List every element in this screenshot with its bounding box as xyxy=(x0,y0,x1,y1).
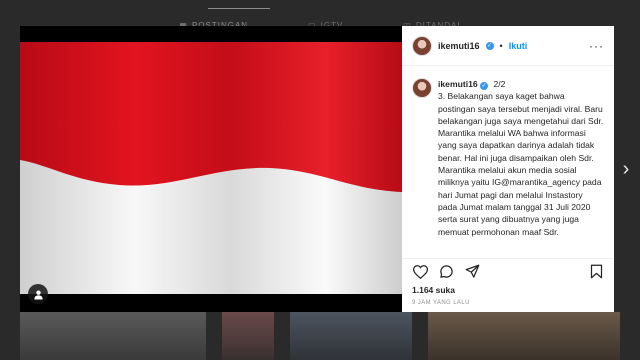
save-bookmark-icon[interactable] xyxy=(588,264,604,280)
next-post-chevron-icon[interactable]: › xyxy=(618,158,634,180)
caption-username[interactable]: ikemuti16 xyxy=(438,79,478,89)
grid-post-thumbnail[interactable] xyxy=(290,312,412,360)
share-direct-icon[interactable] xyxy=(464,264,480,280)
post-timestamp[interactable]: 9 JAM YANG LALU xyxy=(402,296,614,312)
like-heart-icon[interactable] xyxy=(412,264,428,280)
comments-area: ikemuti16 ✓ 2/2 3. Belakangan saya kaget… xyxy=(402,66,614,258)
separator-dot: • xyxy=(499,40,503,51)
avatar[interactable] xyxy=(412,78,432,98)
follow-button[interactable]: Ikuti xyxy=(509,41,528,51)
grid-post-thumbnail[interactable] xyxy=(428,312,620,360)
grid-post-thumbnail[interactable] xyxy=(20,312,206,360)
avatar[interactable] xyxy=(412,35,432,56)
user-icon xyxy=(33,289,43,300)
header-username[interactable]: ikemuti16 xyxy=(438,41,480,51)
post-caption: ikemuti16 ✓ 2/2 3. Belakangan saya kaget… xyxy=(438,78,604,258)
post-header: ikemuti16 ✓ • Ikuti ··· xyxy=(402,26,614,66)
indonesian-flag-image xyxy=(20,42,402,294)
verified-badge-icon: ✓ xyxy=(485,41,494,50)
likes-count[interactable]: 1.164 suka xyxy=(402,284,614,296)
post-modal: ikemuti16 ✓ • Ikuti ··· ikemuti16 ✓ 2/2 … xyxy=(20,26,614,312)
caption-text: 3. Belakangan saya kaget bahwa postingan… xyxy=(438,91,604,237)
post-sidebar: ikemuti16 ✓ • Ikuti ··· ikemuti16 ✓ 2/2 … xyxy=(402,26,614,312)
caption-page-indicator: 2/2 xyxy=(493,79,506,89)
post-actions xyxy=(402,258,614,284)
user-tag-button[interactable] xyxy=(28,284,48,304)
verified-badge-icon: ✓ xyxy=(480,82,489,90)
comment-icon[interactable] xyxy=(438,264,454,280)
more-options-icon[interactable]: ··· xyxy=(589,39,604,53)
grid-post-thumbnail[interactable] xyxy=(222,312,274,360)
post-media xyxy=(20,26,402,312)
